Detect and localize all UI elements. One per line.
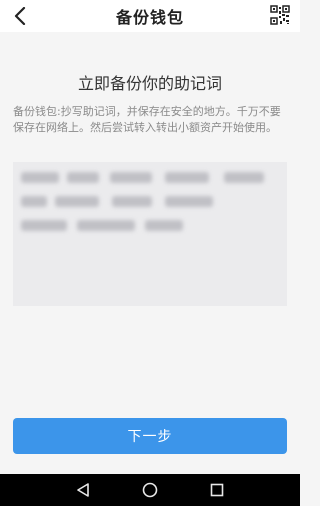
mnemonic-word-blurred	[145, 220, 183, 231]
system-recents-button[interactable]	[205, 478, 229, 502]
back-arrow-icon	[14, 7, 26, 25]
system-back-button[interactable]	[71, 478, 95, 502]
backup-instructions: 备份钱包:抄写助记词，并保存在安全的地方。千万不要保存在网络上。然后尝试转入转出…	[13, 105, 281, 134]
mnemonic-word-blurred	[67, 172, 99, 183]
mnemonic-word-blurred	[110, 172, 152, 183]
circle-home-icon	[142, 482, 158, 498]
mnemonic-word-blurred	[112, 196, 152, 207]
mnemonic-word-blurred	[21, 196, 47, 207]
system-home-button[interactable]	[138, 478, 162, 502]
mnemonic-word-blurred	[55, 196, 99, 207]
page-title: 备份钱包	[115, 8, 184, 27]
mnemonic-word-blurred	[165, 172, 209, 183]
mnemonic-word-blurred	[21, 220, 67, 231]
main-content: 立即备份你的助记词 备份钱包:抄写助记词，并保存在安全的地方。千万不要保存在网络…	[0, 32, 300, 474]
mnemonic-word-blurred	[165, 196, 213, 207]
headline: 立即备份你的助记词	[77, 74, 222, 93]
mnemonic-word-blurred	[21, 172, 59, 183]
mnemonic-words-box	[13, 162, 287, 306]
back-button[interactable]	[8, 4, 32, 28]
triangle-back-icon	[77, 483, 90, 497]
next-step-button[interactable]: 下一步	[13, 418, 287, 454]
square-recents-icon	[210, 483, 223, 497]
mnemonic-word-blurred	[224, 172, 264, 183]
qr-code-button[interactable]	[270, 5, 290, 25]
mnemonic-word-blurred	[77, 220, 135, 231]
system-navigation-bar	[0, 474, 300, 506]
app-header: 备份钱包	[0, 0, 300, 32]
qr-code-icon	[270, 5, 290, 25]
